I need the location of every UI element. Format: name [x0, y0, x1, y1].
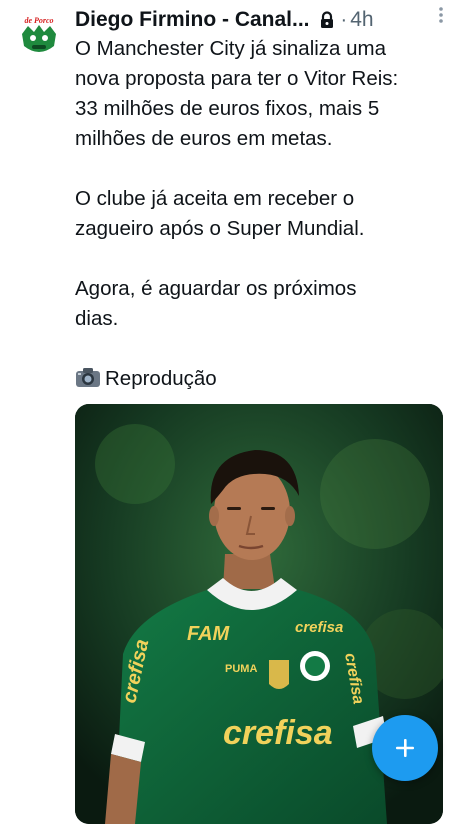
tweet-line: zagueiro após o Super Mundial. — [75, 217, 365, 240]
separator-dot: · — [340, 8, 348, 31]
tweet-line: O clube já aceita em receber o — [75, 187, 355, 210]
tweet-line: O Manchester City já sinaliza uma — [75, 37, 387, 60]
tweet-header: Diego Firmino - Canal... · 4h — [75, 6, 450, 34]
tweet-line: nova proposta para ter o Vitor Reis: — [75, 67, 399, 90]
camera-icon — [76, 368, 100, 387]
plus-icon — [396, 739, 414, 757]
avatar-lettering: de Porco — [24, 16, 53, 25]
sponsor-text: crefisa — [223, 714, 333, 752]
avatar-logo: de Porco — [14, 12, 64, 62]
tweet-line: milhões de euros em metas. — [75, 127, 333, 150]
lock-icon — [320, 11, 333, 28]
photo-credit: Reprodução — [75, 364, 445, 394]
timestamp[interactable]: 4h — [350, 8, 373, 32]
chest-right-text: crefisa — [295, 619, 343, 636]
avatar[interactable]: de Porco — [14, 12, 64, 62]
photo-credit-text: Reprodução — [105, 367, 217, 390]
tweet-line: Agora, é aguardar os próximos — [75, 277, 357, 300]
brand-text: PUMA — [225, 663, 257, 675]
author-name[interactable]: Diego Firmino - Canal... — [75, 8, 310, 32]
compose-button[interactable] — [372, 715, 438, 781]
chest-left-text: FAM — [187, 623, 231, 645]
more-options-icon[interactable] — [438, 6, 444, 24]
tweet-line: dias. — [75, 307, 119, 330]
tweet-text: O Manchester City já sinaliza uma nova p… — [75, 34, 445, 394]
tweet-line: 33 milhões de euros fixos, mais 5 — [75, 97, 380, 120]
